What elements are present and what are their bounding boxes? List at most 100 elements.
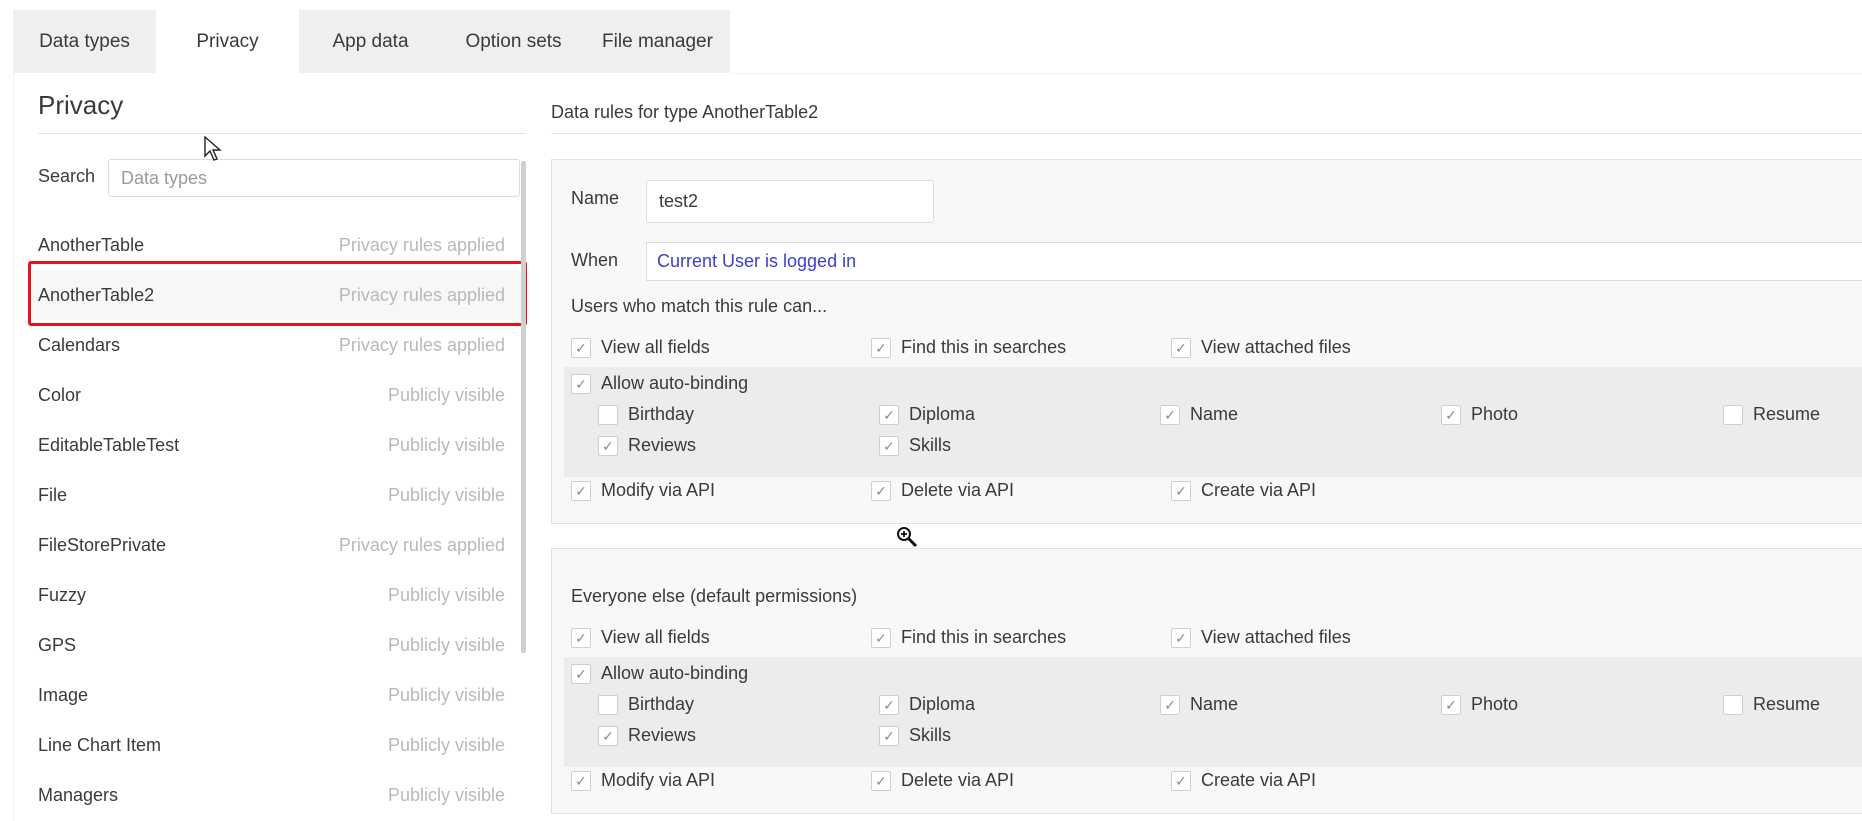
list-item[interactable]: Fuzzy Publicly visible [29,570,525,620]
checkbox-label: Photo [1471,694,1519,714]
allow-auto-binding-checkbox[interactable]: ✓ Allow auto-binding [571,373,748,394]
unchecked-box-icon [1723,404,1743,425]
default-allow-auto-binding-checkbox[interactable]: ✓ Allow auto-binding [571,663,748,684]
list-item[interactable]: Managers Publicly visible [29,770,525,820]
page-border [13,73,14,821]
rules-header-divider [551,133,1862,134]
page-title: Privacy [38,90,124,120]
tab-data-types[interactable]: Data types [13,10,156,73]
checkbox-label: View all fields [601,337,710,357]
check-icon: ✓ [871,770,891,791]
default-field-resume-checkbox[interactable]: Resume [1723,694,1820,715]
default-field-reviews-checkbox[interactable]: ✓ Reviews [598,725,696,746]
field-resume-checkbox[interactable]: Resume [1723,404,1820,425]
default-field-diploma-checkbox[interactable]: ✓ Diploma [879,694,975,715]
checkbox-label: Diploma [909,694,976,714]
default-field-birthday-checkbox[interactable]: Birthday [598,694,694,715]
data-type-name: AnotherTable2 [38,284,155,305]
field-birthday-checkbox[interactable]: Birthday [598,404,694,425]
list-item[interactable]: AnotherTable2 Privacy rules applied [29,270,525,320]
default-delete-via-api-checkbox[interactable]: ✓ Delete via API [871,770,1014,791]
auto-binding-fields-row: ✓ Reviews ✓ Skills [571,725,1862,753]
data-type-name: Color [38,384,82,405]
tab-app-data[interactable]: App data [299,10,442,73]
search-input[interactable] [108,159,520,197]
check-icon: ✓ [1441,404,1461,425]
check-icon: ✓ [571,627,591,648]
list-item[interactable]: Image Publicly visible [29,670,525,720]
rule-condition-field[interactable]: Current User is logged in [646,242,1862,281]
checkbox-label: Resume [1753,404,1821,424]
default-field-photo-checkbox[interactable]: ✓ Photo [1441,694,1518,715]
list-item[interactable]: File Publicly visible [29,470,525,520]
check-icon: ✓ [1171,480,1191,501]
data-type-name: File [38,484,68,505]
checkbox-label: Modify via API [601,770,716,790]
privacy-status: Privacy rules applied [338,234,505,255]
rule-when-label: When [571,250,619,270]
auto-binding-row: ✓ Allow auto-binding [571,373,1862,401]
list-item[interactable]: AnotherTable Privacy rules applied [29,220,525,270]
check-icon: ✓ [598,725,618,746]
search-label: Search [38,166,96,186]
field-name-checkbox[interactable]: ✓ Name [1160,404,1238,425]
default-field-skills-checkbox[interactable]: ✓ Skills [879,725,951,746]
auto-binding-fields-row: Birthday ✓ Diploma ✓ Name ✓ Photo Resume [571,694,1862,722]
data-type-list: AnotherTable Privacy rules applied Anothe… [29,220,525,820]
field-skills-checkbox[interactable]: ✓ Skills [879,435,951,456]
default-modify-via-api-checkbox[interactable]: ✓ Modify via API [571,770,715,791]
check-icon: ✓ [1441,694,1461,715]
checkbox-label: Diploma [909,404,976,424]
list-item[interactable]: FileStorePrivate Privacy rules applied [29,520,525,570]
default-view-all-fields-checkbox[interactable]: ✓ View all fields [571,627,710,648]
default-field-name-checkbox[interactable]: ✓ Name [1160,694,1238,715]
tab-option-sets[interactable]: Option sets [442,10,585,73]
checkbox-label: Create via API [1201,480,1317,500]
rule-name-input[interactable] [646,180,934,223]
check-icon: ✓ [879,694,899,715]
list-item[interactable]: Line Chart Item Publicly visible [29,720,525,770]
field-reviews-checkbox[interactable]: ✓ Reviews [598,435,696,456]
api-permissions-row: ✓ Modify via API ✓ Delete via API ✓ Create … [571,770,1862,798]
data-type-name: GPS [38,634,77,655]
unchecked-box-icon [598,404,618,425]
data-type-name: Image [38,684,89,705]
modify-via-api-checkbox[interactable]: ✓ Modify via API [571,480,715,501]
auto-binding-row: ✓ Allow auto-binding [571,663,1862,691]
list-item[interactable]: EditableTableTest Publicly visible [29,420,525,470]
privacy-rule-card: Name When Current User is logged in User… [551,159,1862,524]
privacy-status: Publicly visible [387,784,505,805]
check-icon: ✓ [598,435,618,456]
check-icon: ✓ [1160,694,1180,715]
find-in-searches-checkbox[interactable]: ✓ Find this in searches [871,337,1066,358]
tab-privacy[interactable]: Privacy [156,10,299,73]
check-icon: ✓ [871,627,891,648]
data-type-name: Fuzzy [38,584,87,605]
list-item[interactable]: Color Publicly visible [29,370,525,420]
field-photo-checkbox[interactable]: ✓ Photo [1441,404,1518,425]
view-all-fields-checkbox[interactable]: ✓ View all fields [571,337,710,358]
unchecked-box-icon [598,694,618,715]
checkbox-label: Find this in searches [901,627,1067,647]
view-attached-files-checkbox[interactable]: ✓ View attached files [1171,337,1351,358]
check-icon: ✓ [571,480,591,501]
check-icon: ✓ [871,480,891,501]
list-item[interactable]: Calendars Privacy rules applied [29,320,525,370]
privacy-status: Privacy rules applied [338,534,505,555]
create-via-api-checkbox[interactable]: ✓ Create via API [1171,480,1316,501]
list-item[interactable]: GPS Publicly visible [29,620,525,670]
checkbox-label: Name [1190,694,1239,714]
default-find-in-searches-checkbox[interactable]: ✓ Find this in searches [871,627,1066,648]
privacy-status: Privacy rules applied [338,284,505,305]
tab-file-manager[interactable]: File manager [585,10,730,73]
check-icon: ✓ [1171,337,1191,358]
default-create-via-api-checkbox[interactable]: ✓ Create via API [1171,770,1316,791]
default-view-attached-files-checkbox[interactable]: ✓ View attached files [1171,627,1351,648]
delete-via-api-checkbox[interactable]: ✓ Delete via API [871,480,1014,501]
privacy-status: Publicly visible [387,484,505,505]
list-scrollbar[interactable] [521,161,526,653]
privacy-status: Privacy rules applied [338,334,505,355]
check-icon: ✓ [1160,404,1180,425]
field-diploma-checkbox[interactable]: ✓ Diploma [879,404,975,425]
check-icon: ✓ [1171,627,1191,648]
